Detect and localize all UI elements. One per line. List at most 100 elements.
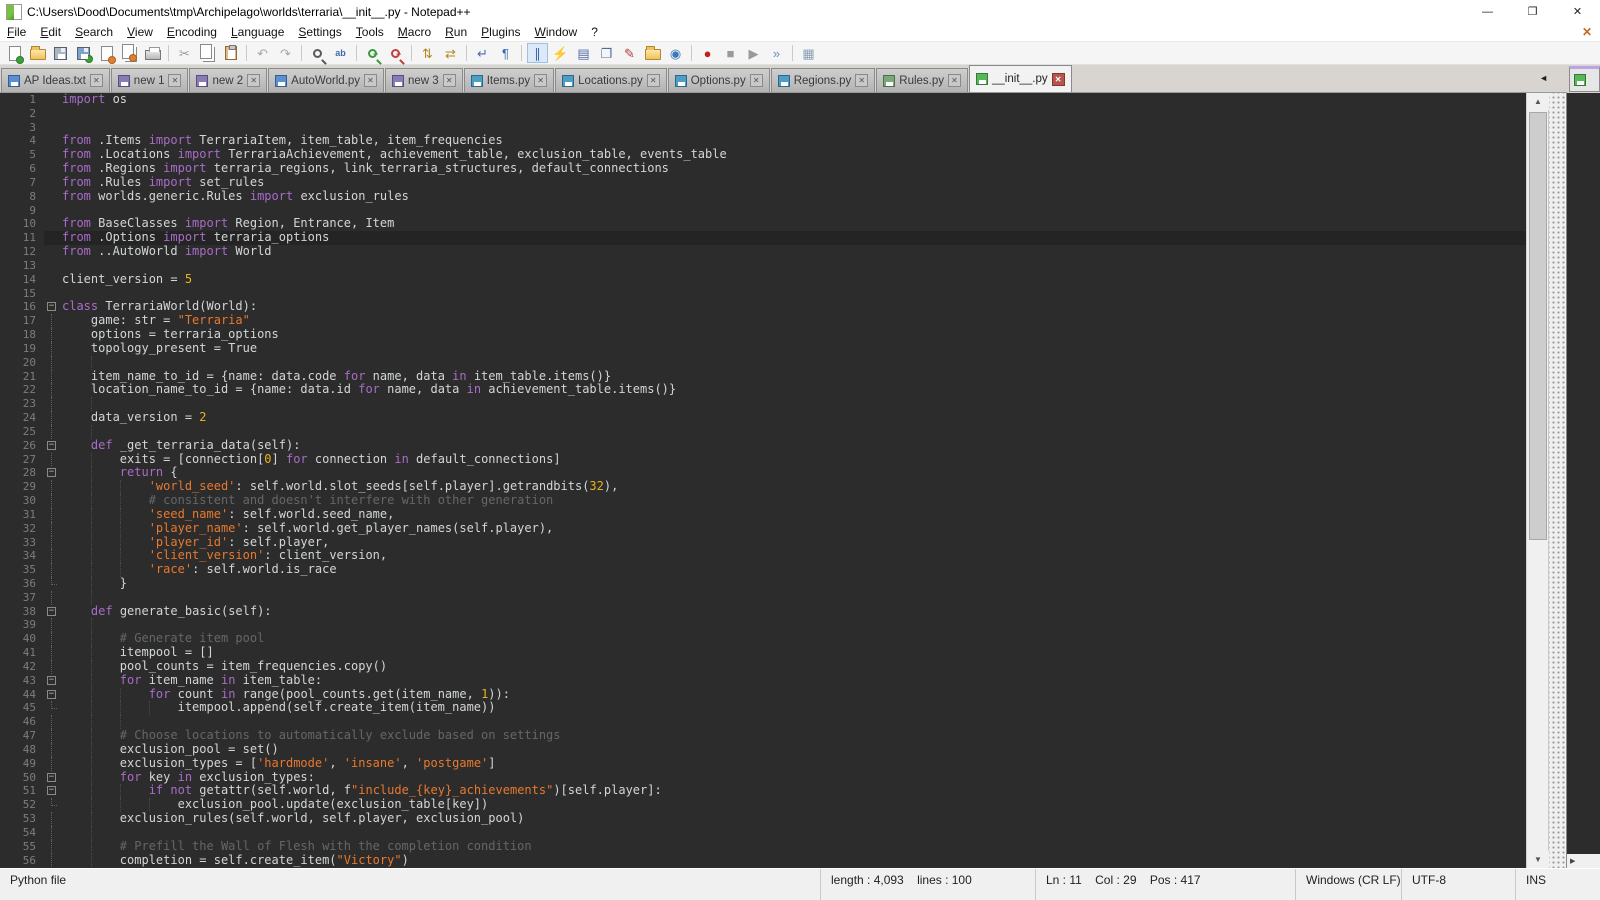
- menu-edit[interactable]: Edit: [33, 24, 68, 40]
- word-wrap-icon[interactable]: ↵: [472, 43, 493, 63]
- show-all-characters-icon[interactable]: ¶: [495, 43, 516, 63]
- second-view-hscrollbar[interactable]: ▶: [1567, 854, 1600, 868]
- function-completion-icon[interactable]: ⚡: [550, 43, 571, 63]
- scrollbar-thumb[interactable]: [1529, 112, 1547, 540]
- status-insert-mode[interactable]: INS: [1515, 869, 1600, 900]
- tab--init-py[interactable]: __init__.py✕: [969, 65, 1072, 92]
- menu-language[interactable]: Language: [224, 24, 291, 40]
- tab-scroll-left-icon[interactable]: ◄: [1539, 73, 1548, 83]
- tab-close-icon[interactable]: ✕: [443, 74, 456, 87]
- status-eol-format[interactable]: Windows (CR LF): [1295, 869, 1401, 900]
- fold-collapse-icon[interactable]: −: [47, 607, 56, 616]
- fold-collapse-icon[interactable]: −: [47, 441, 56, 450]
- fold-margin[interactable]: −: [44, 605, 62, 619]
- find-icon[interactable]: [307, 43, 328, 63]
- fold-margin[interactable]: −: [44, 466, 62, 480]
- menu-run[interactable]: Run: [438, 24, 474, 40]
- macro-save-icon[interactable]: ▦: [798, 43, 819, 63]
- scroll-right-icon[interactable]: ▶: [1570, 857, 1575, 865]
- save-icon[interactable]: [50, 43, 71, 63]
- menubar-close-icon[interactable]: ✕: [1582, 25, 1592, 39]
- fold-margin[interactable]: −: [44, 439, 62, 453]
- tab-close-icon[interactable]: ✕: [855, 74, 868, 87]
- close-all-icon[interactable]: [119, 43, 140, 63]
- copy-icon[interactable]: [197, 43, 218, 63]
- close-icon[interactable]: [96, 43, 117, 63]
- macro-run-multiple-icon[interactable]: »: [766, 43, 787, 63]
- fold-margin[interactable]: −: [44, 674, 62, 688]
- document-switcher-icon[interactable]: ❐: [596, 43, 617, 63]
- menu-encoding[interactable]: Encoding: [160, 24, 224, 40]
- tab-regions-py[interactable]: Regions.py✕: [771, 68, 876, 92]
- tab-close-icon[interactable]: ✕: [90, 74, 103, 87]
- menu-view[interactable]: View: [120, 24, 160, 40]
- fold-collapse-icon[interactable]: −: [47, 690, 56, 699]
- tab-autoworld-py[interactable]: AutoWorld.py✕: [268, 68, 384, 92]
- sync-scroll-vertical-icon[interactable]: ⇅: [417, 43, 438, 63]
- menu-file[interactable]: File: [0, 24, 33, 40]
- tab-locations-py[interactable]: Locations.py✕: [555, 68, 667, 92]
- fold-margin[interactable]: −: [44, 688, 62, 702]
- paste-icon[interactable]: [220, 43, 241, 63]
- sync-scroll-horizontal-icon[interactable]: ⇄: [440, 43, 461, 63]
- function-list-icon[interactable]: ✎: [619, 43, 640, 63]
- tab-items-py[interactable]: Items.py✕: [464, 68, 554, 92]
- menu-window[interactable]: Window: [528, 24, 585, 40]
- fold-collapse-icon[interactable]: −: [47, 468, 56, 477]
- menu-tools[interactable]: Tools: [349, 24, 391, 40]
- redo-icon[interactable]: ↷: [275, 43, 296, 63]
- tab-ap-ideas-txt[interactable]: AP Ideas.txt✕: [1, 68, 110, 92]
- macro-play-icon[interactable]: ▶: [743, 43, 764, 63]
- menu-macro[interactable]: Macro: [391, 24, 438, 40]
- zoom-out-icon[interactable]: −: [385, 43, 406, 63]
- tab-options-py[interactable]: Options.py✕: [668, 68, 770, 92]
- document-map-icon[interactable]: ▤: [573, 43, 594, 63]
- open-file-icon[interactable]: [27, 43, 48, 63]
- cut-icon[interactable]: ✂: [174, 43, 195, 63]
- tab-close-icon[interactable]: ✕: [1052, 73, 1065, 86]
- scroll-down-icon[interactable]: ▼: [1527, 851, 1549, 868]
- folder-workspace-icon[interactable]: [642, 43, 663, 63]
- macro-stop-icon[interactable]: ■: [720, 43, 741, 63]
- menu-plugins[interactable]: Plugins: [474, 24, 527, 40]
- tab-rules-py[interactable]: Rules.py✕: [876, 68, 968, 92]
- menu-settings[interactable]: Settings: [291, 24, 348, 40]
- menu-search[interactable]: Search: [68, 24, 120, 40]
- fold-margin[interactable]: −: [44, 784, 62, 798]
- fold-collapse-icon[interactable]: −: [47, 773, 56, 782]
- fold-margin[interactable]: −: [44, 300, 62, 314]
- print-icon[interactable]: [142, 43, 163, 63]
- fold-margin[interactable]: −: [44, 771, 62, 785]
- tab-close-icon[interactable]: ✕: [750, 74, 763, 87]
- undo-icon[interactable]: ↶: [252, 43, 273, 63]
- code-area[interactable]: 1import os234from .Items import Terraria…: [0, 93, 1526, 868]
- tab-new-1[interactable]: new 1✕: [111, 68, 189, 92]
- tab-close-icon[interactable]: ✕: [647, 74, 660, 87]
- tab-close-icon[interactable]: ✕: [534, 74, 547, 87]
- tab-close-icon[interactable]: ✕: [364, 74, 377, 87]
- tab-new-2[interactable]: new 2✕: [189, 68, 267, 92]
- minimize-button[interactable]: —: [1465, 0, 1510, 23]
- view-splitter-handle[interactable]: [1548, 93, 1566, 868]
- monitoring-icon[interactable]: ◉: [665, 43, 686, 63]
- second-view-tab[interactable]: [1569, 66, 1600, 92]
- tab-close-icon[interactable]: ✕: [948, 74, 961, 87]
- tab-close-icon[interactable]: ✕: [247, 74, 260, 87]
- tab-new-3[interactable]: new 3✕: [385, 68, 463, 92]
- replace-icon[interactable]: ab: [330, 43, 351, 63]
- zoom-in-icon[interactable]: +: [362, 43, 383, 63]
- close-button[interactable]: ✕: [1555, 0, 1600, 23]
- status-encoding[interactable]: UTF-8: [1401, 869, 1515, 900]
- macro-record-icon[interactable]: ●: [697, 43, 718, 63]
- fold-collapse-icon[interactable]: −: [47, 676, 56, 685]
- vertical-scrollbar[interactable]: ▲ ▼: [1526, 93, 1548, 868]
- fold-collapse-icon[interactable]: −: [47, 786, 56, 795]
- menu-[interactable]: ?: [584, 24, 605, 40]
- fold-collapse-icon[interactable]: −: [47, 302, 56, 311]
- new-file-icon[interactable]: [4, 43, 25, 63]
- indent-guide-icon[interactable]: ∥: [527, 43, 548, 63]
- tab-close-icon[interactable]: ✕: [168, 74, 181, 87]
- scroll-up-icon[interactable]: ▲: [1527, 93, 1549, 110]
- restore-button[interactable]: ❐: [1510, 0, 1555, 23]
- save-all-icon[interactable]: [73, 43, 94, 63]
